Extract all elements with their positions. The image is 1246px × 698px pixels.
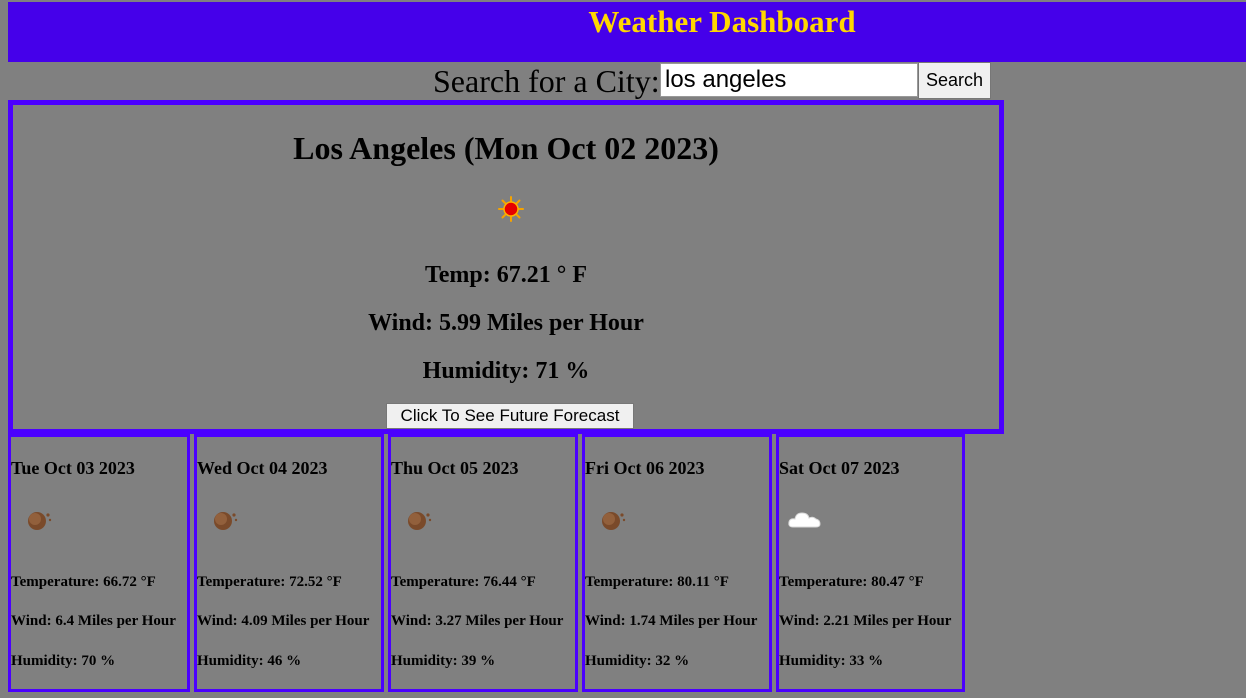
forecast-date: Tue Oct 03 2023 bbox=[11, 458, 135, 478]
search-button[interactable]: Search bbox=[918, 62, 991, 99]
forecast-humidity: Humidity: 33 % bbox=[779, 653, 884, 669]
forecast-temperature: Temperature: 80.11 °F bbox=[585, 574, 729, 590]
sun-behind-haze-icon bbox=[602, 512, 626, 530]
page-title: Weather Dashboard bbox=[588, 4, 856, 39]
city-search-input[interactable] bbox=[660, 63, 918, 97]
forecast-card: Sat Oct 07 2023 Temperature: 80.47 °F Wi… bbox=[776, 434, 965, 692]
sun-icon bbox=[498, 196, 524, 222]
forecast-temperature: Temperature: 72.52 °F bbox=[197, 574, 342, 590]
forecast-temperature: Temperature: 76.44 °F bbox=[391, 574, 536, 590]
forecast-humidity: Humidity: 32 % bbox=[585, 653, 690, 669]
sun-behind-haze-icon bbox=[28, 512, 52, 530]
forecast-temperature: Temperature: 66.72 °F bbox=[11, 574, 156, 590]
forecast-wind: Wind: 6.4 Miles per Hour bbox=[11, 613, 176, 629]
forecast-wind: Wind: 2.21 Miles per Hour bbox=[779, 613, 952, 629]
forecast-temperature: Temperature: 80.47 °F bbox=[779, 574, 924, 590]
forecast-wind: Wind: 1.74 Miles per Hour bbox=[585, 613, 758, 629]
forecast-date: Wed Oct 04 2023 bbox=[197, 458, 328, 478]
forecast-card: Thu Oct 05 2023 Temperature: 76.44 °F Wi… bbox=[388, 434, 578, 692]
forecast-wind: Wind: 4.09 Miles per Hour bbox=[197, 613, 370, 629]
forecast-humidity: Humidity: 70 % bbox=[11, 653, 116, 669]
current-weather-panel: Los Angeles (Mon Oct 02 2023) Temp: 67.2… bbox=[8, 100, 1004, 434]
forecast-card: Wed Oct 04 2023 Temperature: 72.52 °F Wi… bbox=[194, 434, 384, 692]
current-temp: Temp: 67.21 ° F bbox=[424, 262, 588, 288]
current-wind: Wind: 5.99 Miles per Hour bbox=[368, 310, 644, 336]
forecast-humidity: Humidity: 39 % bbox=[391, 653, 496, 669]
forecast-date: Fri Oct 06 2023 bbox=[585, 458, 705, 478]
current-city-title: Los Angeles (Mon Oct 02 2023) bbox=[293, 130, 719, 166]
future-forecast-button[interactable]: Click To See Future Forecast bbox=[386, 403, 634, 429]
forecast-wind: Wind: 3.27 Miles per Hour bbox=[391, 613, 564, 629]
forecast-humidity: Humidity: 46 % bbox=[197, 653, 302, 669]
header-bar: Weather Dashboard bbox=[8, 2, 1246, 62]
forecast-date: Thu Oct 05 2023 bbox=[391, 458, 519, 478]
forecast-card: Tue Oct 03 2023 Temperature: 66.72 °F Wi… bbox=[8, 434, 190, 692]
sun-behind-haze-icon bbox=[408, 512, 432, 530]
search-label: Search for a City: bbox=[433, 63, 660, 99]
sun-behind-haze-icon bbox=[214, 512, 238, 530]
forecast-date: Sat Oct 07 2023 bbox=[779, 458, 900, 478]
forecast-card: Fri Oct 06 2023 Temperature: 80.11 °F Wi… bbox=[582, 434, 772, 692]
current-humidity: Humidity: 71 % bbox=[422, 358, 590, 384]
cloud-icon bbox=[788, 512, 821, 528]
search-bar: Search for a City: Search bbox=[0, 62, 1246, 100]
